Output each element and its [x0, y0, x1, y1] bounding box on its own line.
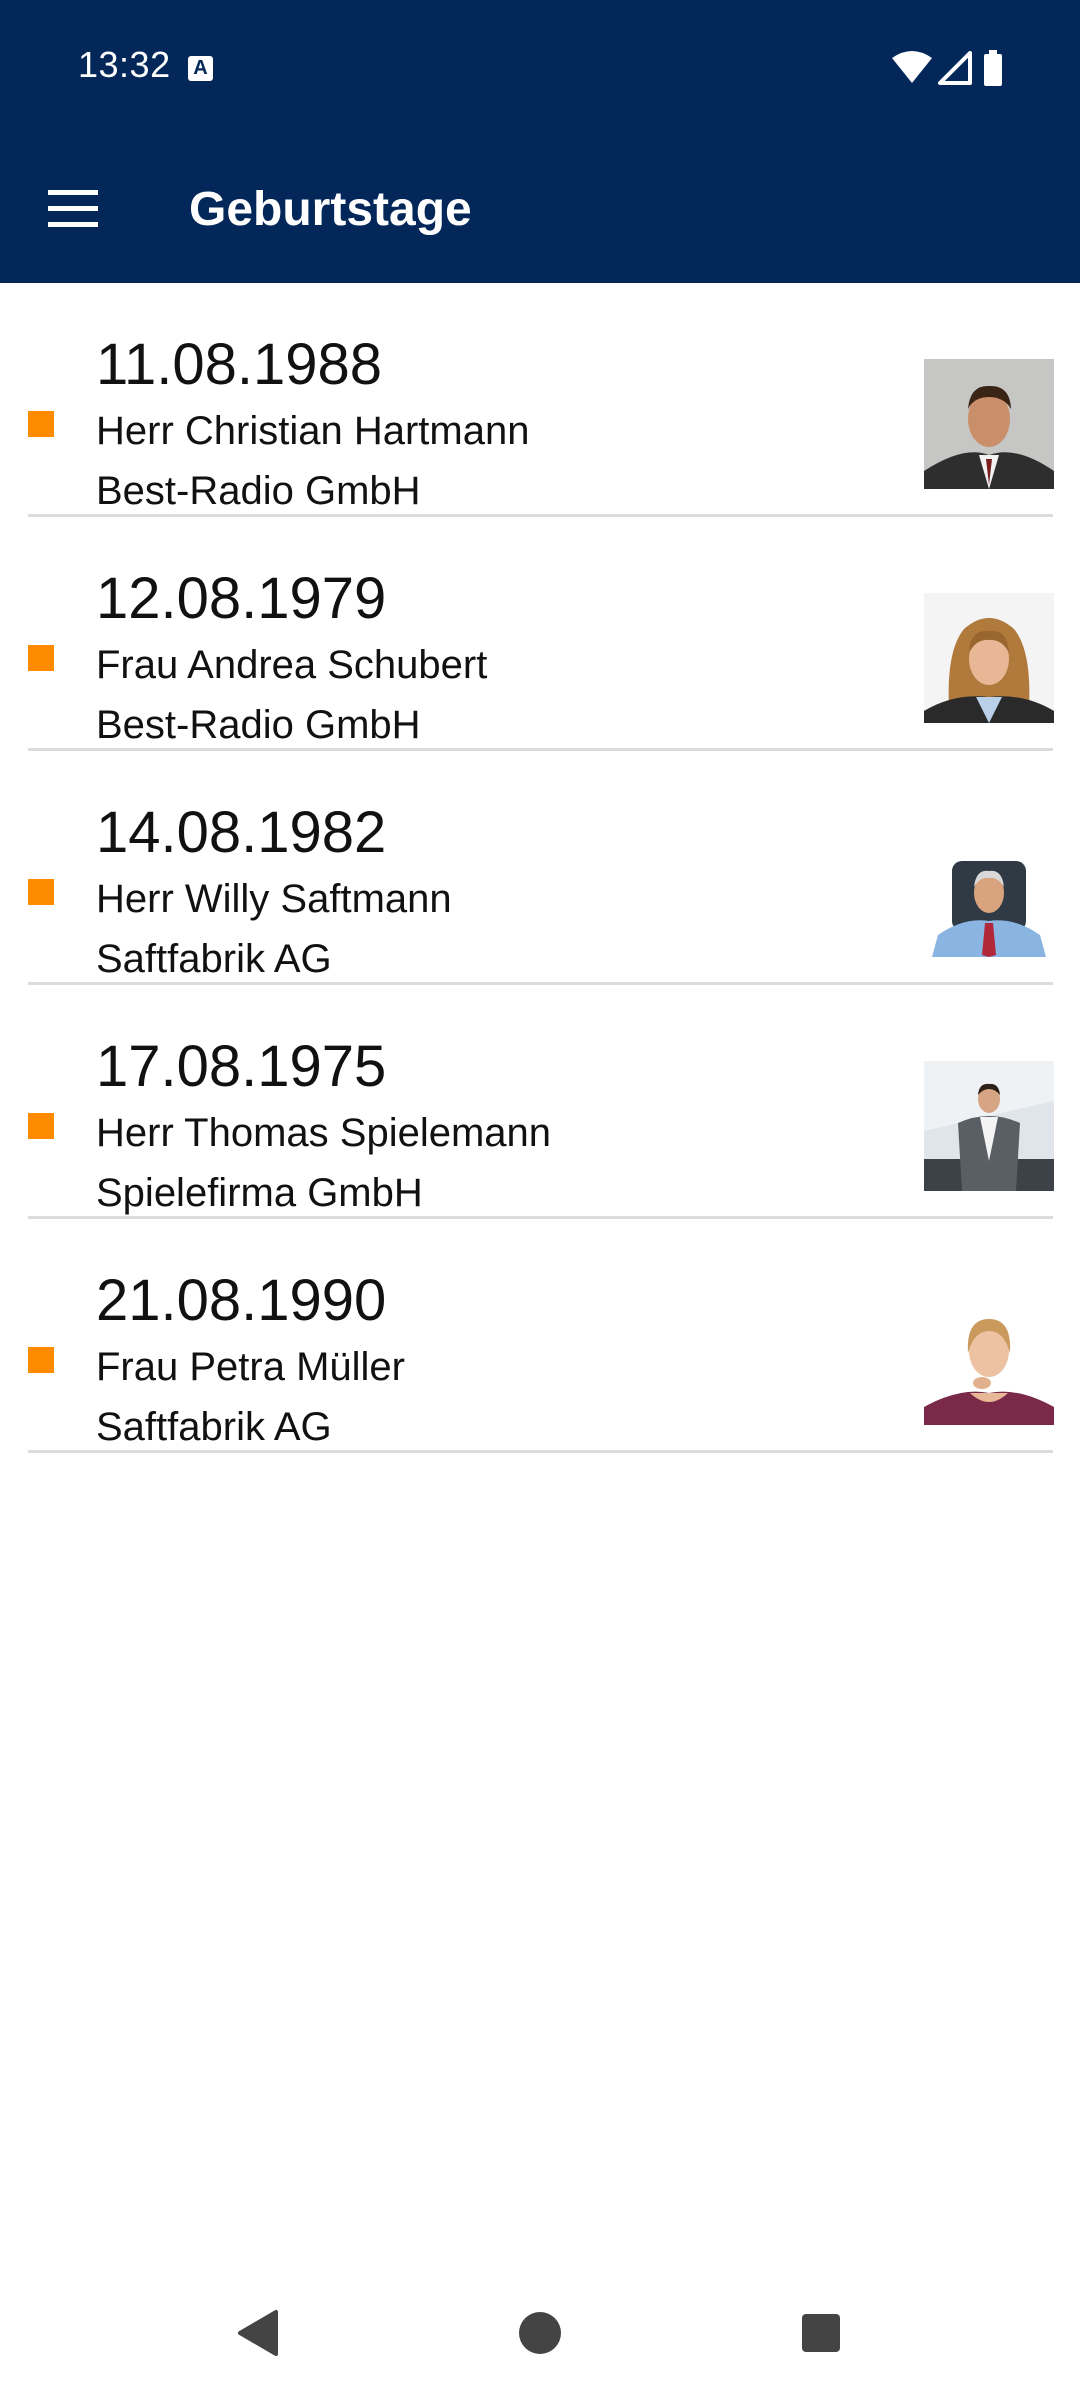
birth-date: 11.08.1988 — [96, 332, 382, 397]
avatar — [924, 1295, 1054, 1425]
list-item[interactable]: 14.08.1982 Herr Willy Saftmann Saftfabri… — [0, 751, 1080, 985]
birth-date: 17.08.1975 — [96, 1034, 387, 1099]
back-icon — [238, 2310, 278, 2356]
navigation-bar — [0, 2262, 1080, 2400]
avatar — [924, 359, 1054, 489]
menu-button[interactable] — [34, 182, 112, 236]
wifi-icon — [892, 51, 932, 83]
status-marker — [28, 411, 54, 437]
status-icons — [892, 50, 1002, 86]
person-name: Herr Thomas Spielemann — [96, 1111, 552, 1155]
home-button[interactable] — [497, 2290, 583, 2376]
status-marker — [28, 645, 54, 671]
person-name: Frau Andrea Schubert — [96, 643, 488, 687]
status-time: 13:32 — [78, 44, 171, 85]
avatar — [924, 827, 1054, 957]
person-name: Herr Christian Hartmann — [96, 409, 530, 453]
keyboard-a-icon: A — [188, 56, 213, 81]
status-marker — [28, 879, 54, 905]
recents-button[interactable] — [778, 2290, 864, 2376]
person-name: Herr Willy Saftmann — [96, 877, 452, 921]
back-button[interactable] — [216, 2290, 302, 2376]
list-item[interactable]: 17.08.1975 Herr Thomas Spielemann Spiele… — [0, 985, 1080, 1219]
battery-icon — [984, 50, 1002, 86]
status-marker — [28, 1347, 54, 1373]
divider — [28, 1450, 1053, 1453]
birth-date: 14.08.1982 — [96, 800, 387, 865]
status-marker — [28, 1113, 54, 1139]
birthday-list: 11.08.1988 Herr Christian Hartmann Best-… — [0, 283, 1080, 1453]
cell-signal-icon — [938, 51, 972, 85]
company-name: Spielefirma GmbH — [96, 1171, 423, 1215]
company-name: Best-Radio GmbH — [96, 703, 421, 747]
birth-date: 12.08.1979 — [96, 566, 387, 631]
list-item[interactable]: 21.08.1990 Frau Petra Müller Saftfabrik … — [0, 1219, 1080, 1453]
company-name: Saftfabrik AG — [96, 1405, 332, 1449]
status-bar: 13:32 A — [0, 0, 1080, 134]
list-item[interactable]: 12.08.1979 Frau Andrea Schubert Best-Rad… — [0, 517, 1080, 751]
avatar — [924, 593, 1054, 723]
hamburger-menu-icon — [48, 190, 98, 227]
page-title: Geburtstage — [189, 183, 472, 236]
company-name: Best-Radio GmbH — [96, 469, 421, 513]
birth-date: 21.08.1990 — [96, 1268, 387, 1333]
recents-icon — [802, 2314, 840, 2352]
avatar — [924, 1061, 1054, 1191]
home-icon — [519, 2312, 561, 2354]
list-item[interactable]: 11.08.1988 Herr Christian Hartmann Best-… — [0, 283, 1080, 517]
company-name: Saftfabrik AG — [96, 937, 332, 981]
app-bar: Geburtstage — [0, 134, 1080, 283]
person-name: Frau Petra Müller — [96, 1345, 405, 1389]
